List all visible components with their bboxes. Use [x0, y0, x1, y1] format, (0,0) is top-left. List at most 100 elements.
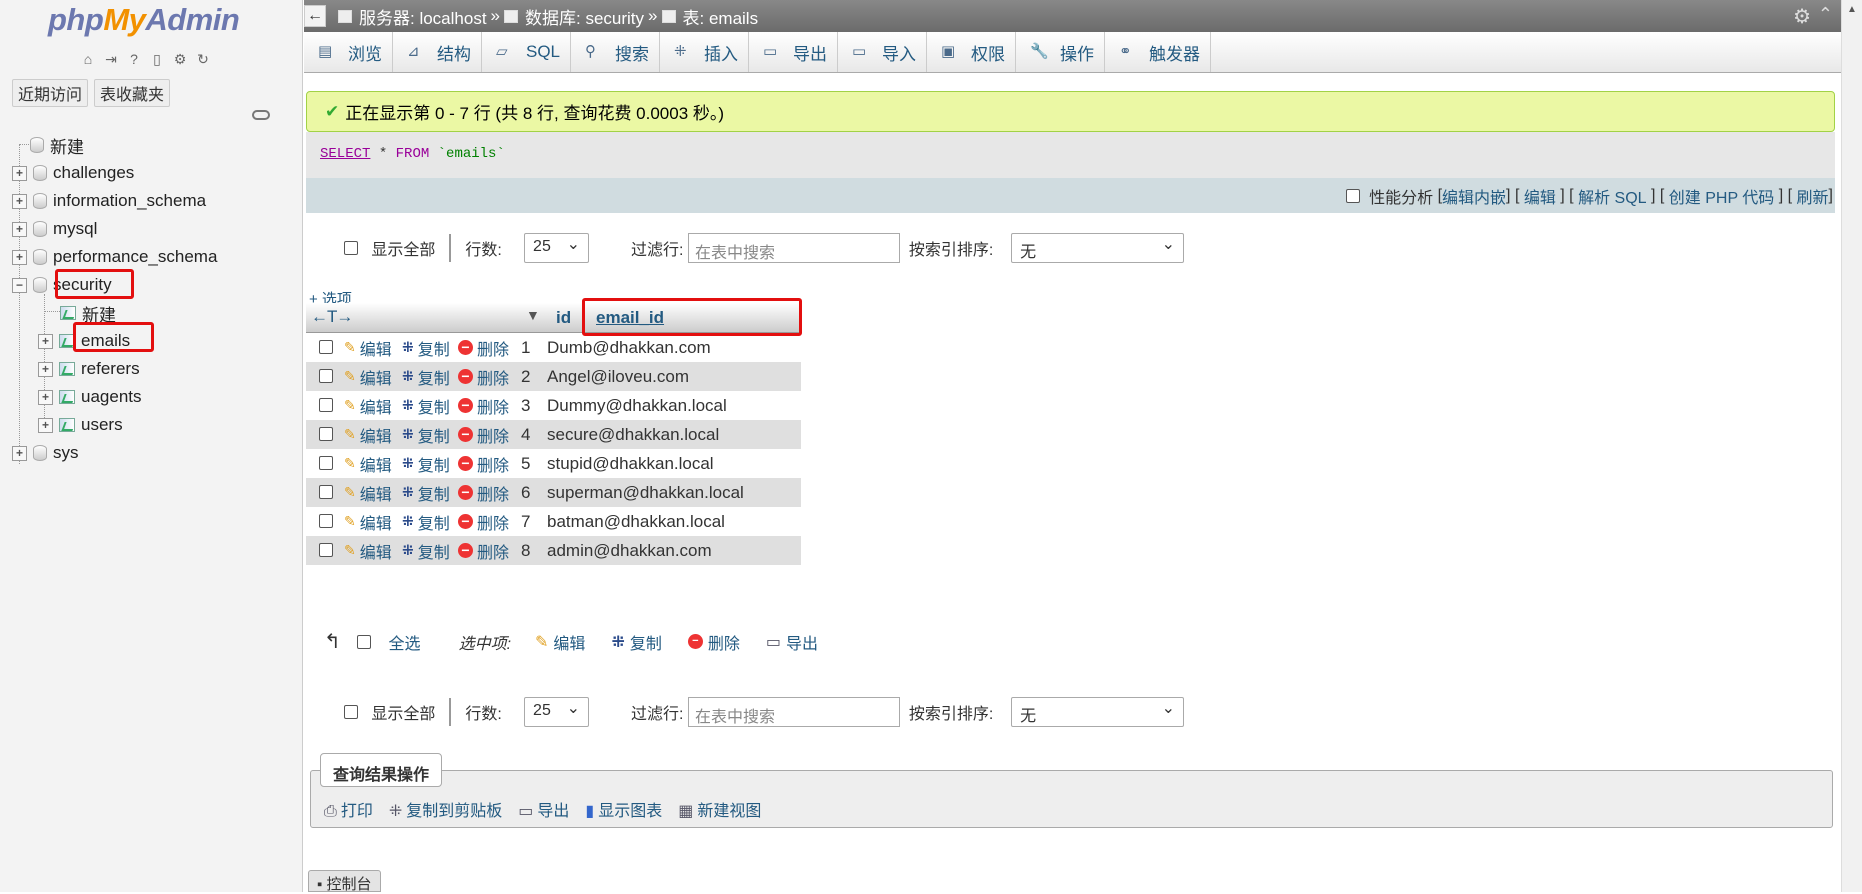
table-row[interactable]: ✎ 编辑 ⁜ 复制 − 删除 8 admin@dhakkan.com [306, 536, 801, 565]
row-delete-button[interactable]: − 删除 [458, 539, 509, 563]
column-arrows[interactable]: ←T→ [311, 307, 353, 327]
tab-triggers[interactable]: ⚭ 触发器 [1105, 32, 1212, 72]
tree-db-performance-schema[interactable]: + performance_schema [12, 244, 217, 270]
row-delete-button[interactable]: − 删除 [458, 394, 509, 418]
rows-select[interactable]: 25 [524, 233, 590, 263]
tree-table-uagents[interactable]: + uagents [38, 384, 142, 410]
settings-gear-icon[interactable]: ⚙ [1793, 4, 1811, 29]
cell-id[interactable]: 7 [521, 512, 530, 532]
favorites-tab[interactable]: 表收藏夹 [94, 79, 171, 107]
cell-email-id[interactable]: Dumb@dhakkan.com [547, 338, 711, 358]
explain-sql-link[interactable]: 解析 SQL [1578, 184, 1646, 208]
sql-query-display[interactable]: SELECT * FROM `emails` [306, 132, 1835, 178]
cell-id[interactable]: 6 [521, 483, 530, 503]
row-copy-button[interactable]: ⁜ 复制 [402, 336, 450, 360]
row-edit-button[interactable]: ✎ 编辑 [344, 452, 392, 476]
breadcrumb-server[interactable]: 服务器: localhost [359, 4, 487, 29]
bulk-delete-button[interactable]: − 删除 [687, 630, 740, 654]
row-delete-button[interactable]: − 删除 [458, 365, 509, 389]
row-copy-button[interactable]: ⁜ 复制 [402, 481, 450, 505]
cell-id[interactable]: 1 [521, 338, 530, 358]
cell-id[interactable]: 4 [521, 425, 530, 445]
cell-email-id[interactable]: admin@dhakkan.com [547, 541, 712, 561]
tab-export[interactable]: ▭ 导出 [749, 32, 839, 72]
tree-table-users[interactable]: + users [38, 412, 123, 438]
expand-icon[interactable]: + [38, 389, 53, 405]
tree-table-referers[interactable]: + referers [38, 356, 140, 382]
sort-select[interactable]: 无 [1011, 233, 1185, 263]
docs-icon[interactable]: ▯ [147, 49, 167, 69]
table-row[interactable]: ✎ 编辑 ⁜ 复制 − 删除 3 Dummy@dhakkan.local [306, 391, 801, 420]
tree-db-sys[interactable]: + sys [12, 440, 79, 466]
row-edit-button[interactable]: ✎ 编辑 [344, 336, 392, 360]
show-all-checkbox-bottom[interactable] [344, 705, 358, 719]
table-row[interactable]: ✎ 编辑 ⁜ 复制 − 删除 7 batman@dhakkan.local [306, 507, 801, 536]
collapse-top-icon[interactable]: ⌃ [1818, 4, 1833, 25]
tab-privileges[interactable]: ▣ 权限 [927, 32, 1017, 72]
cell-email-id[interactable]: superman@dhakkan.local [547, 483, 744, 503]
row-edit-button[interactable]: ✎ 编辑 [344, 481, 392, 505]
tab-sql[interactable]: ▱ SQL [482, 32, 572, 72]
bulk-export-button[interactable]: ▭ 导出 [766, 630, 818, 654]
reload-icon[interactable]: ↻ [193, 49, 213, 69]
cell-id[interactable]: 8 [521, 541, 530, 561]
row-checkbox[interactable] [319, 456, 333, 470]
gear-icon[interactable]: ⚙ [170, 49, 190, 69]
table-row[interactable]: ✎ 编辑 ⁜ 复制 − 删除 4 secure@dhakkan.local [306, 420, 801, 449]
tab-import[interactable]: ▭ 导入 [838, 32, 928, 72]
row-edit-button[interactable]: ✎ 编辑 [344, 423, 392, 447]
cell-email-id[interactable]: batman@dhakkan.local [547, 512, 725, 532]
breadcrumb-database[interactable]: 数据库: security [525, 4, 644, 29]
edit-link[interactable]: 编辑 [1524, 184, 1556, 208]
recent-tab[interactable]: 近期访问 [12, 79, 89, 107]
cell-email-id[interactable]: Dummy@dhakkan.local [547, 396, 727, 416]
sort-triangle-icon[interactable]: ▼ [526, 307, 540, 323]
edit-inline-link[interactable]: 编辑内嵌 [1442, 184, 1506, 208]
tab-search[interactable]: ⚲ 搜索 [571, 32, 661, 72]
show-all-checkbox[interactable] [344, 241, 358, 255]
display-chart-link[interactable]: ▮ 显示图表 [585, 797, 662, 821]
bulk-edit-button[interactable]: ✎ 编辑 [535, 630, 585, 654]
cell-id[interactable]: 5 [521, 454, 530, 474]
filter-input-bottom[interactable]: 在表中搜索 [687, 697, 900, 727]
row-copy-button[interactable]: ⁜ 复制 [402, 365, 450, 389]
export-link[interactable]: ▭ 导出 [518, 797, 569, 821]
refresh-link[interactable]: 刷新 [1797, 184, 1829, 208]
row-edit-button[interactable]: ✎ 编辑 [344, 394, 392, 418]
row-checkbox[interactable] [319, 427, 333, 441]
filter-input[interactable]: 在表中搜索 [687, 233, 900, 263]
tree-db-challenges[interactable]: + challenges [12, 160, 134, 186]
console-tab[interactable]: ▪ 控制台 [308, 870, 381, 893]
column-header-id[interactable]: id [556, 308, 571, 328]
cell-email-id[interactable]: Angel@iloveu.com [547, 367, 689, 387]
create-view-link[interactable]: ▦ 新建视图 [678, 797, 761, 821]
collapse-icon[interactable]: − [12, 277, 27, 293]
row-checkbox[interactable] [319, 514, 333, 528]
row-copy-button[interactable]: ⁜ 复制 [402, 510, 450, 534]
profiling-checkbox[interactable] [1346, 188, 1361, 203]
row-edit-button[interactable]: ✎ 编辑 [344, 365, 392, 389]
tree-new-database[interactable]: 新建 [30, 132, 84, 158]
tab-structure[interactable]: ⊿ 结构 [393, 32, 482, 72]
select-all-checkbox[interactable] [356, 634, 371, 649]
link-icon[interactable] [252, 110, 270, 120]
row-checkbox[interactable] [319, 369, 333, 383]
create-php-link[interactable]: 创建 PHP 代码 [1669, 184, 1775, 208]
row-delete-button[interactable]: − 删除 [458, 452, 509, 476]
row-checkbox[interactable] [319, 543, 333, 557]
sort-select-bottom[interactable]: 无 [1011, 697, 1185, 727]
expand-icon[interactable]: + [38, 417, 53, 433]
home-icon[interactable]: ⌂ [78, 49, 98, 69]
table-row[interactable]: ✎ 编辑 ⁜ 复制 − 删除 5 stupid@dhakkan.local [306, 449, 801, 478]
expand-icon[interactable]: + [12, 165, 27, 181]
tab-browse[interactable]: ▤ 浏览 [304, 32, 393, 72]
row-delete-button[interactable]: − 删除 [458, 510, 509, 534]
row-checkbox[interactable] [319, 485, 333, 499]
row-delete-button[interactable]: − 删除 [458, 336, 509, 360]
row-checkbox[interactable] [319, 340, 333, 354]
row-copy-button[interactable]: ⁜ 复制 [402, 394, 450, 418]
help-icon[interactable]: ? [124, 49, 144, 69]
copy-clipboard-link[interactable]: ⁜ 复制到剪贴板 [389, 797, 502, 821]
row-edit-button[interactable]: ✎ 编辑 [344, 510, 392, 534]
cell-id[interactable]: 3 [521, 396, 530, 416]
